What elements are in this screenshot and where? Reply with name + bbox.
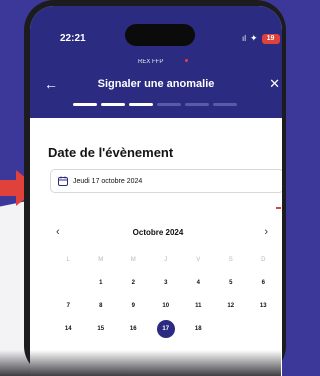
form-content: Date de l'évènement Jeudi 17 octobre 202… (30, 118, 282, 376)
progress-steps (73, 103, 237, 106)
progress-step (73, 103, 97, 106)
calendar-day (247, 317, 280, 340)
close-icon[interactable]: ✕ (269, 76, 280, 92)
calendar-day[interactable]: 8 (85, 294, 118, 317)
calendar-day (52, 271, 85, 294)
calendar-day[interactable]: 1 (85, 271, 118, 294)
section-title: Date de l'évènement (48, 145, 174, 160)
phone-screen: 22:21 ıl ✦ 19 REX FFP ← Signaler une ano… (30, 6, 282, 376)
calendar-day[interactable]: 7 (52, 294, 85, 317)
progress-step (101, 103, 125, 106)
calendar-day-selected[interactable]: 17 (150, 317, 183, 340)
calendar-month-label: Octobre 2024 (132, 228, 184, 237)
weekday-label: L (66, 256, 70, 263)
date-field[interactable]: Jeudi 17 octobre 2024 (50, 169, 282, 193)
bottom-fade (0, 350, 281, 376)
calendar-day[interactable]: 16 (117, 317, 150, 340)
calendar-day[interactable]: 9 (117, 294, 150, 317)
calendar-day[interactable]: 11 (182, 294, 215, 317)
brand-dot (185, 59, 188, 62)
calendar-day (215, 317, 248, 340)
weekday-label: M (98, 256, 104, 263)
calendar-grid: L M M J V S D 1 2 3 4 5 6 7 8 9 10 11 12… (52, 248, 280, 340)
weekday-label: S (228, 256, 233, 263)
dynamic-island (125, 24, 195, 46)
weekday-label: D (261, 256, 266, 263)
selected-day-marker: 17 (156, 319, 175, 338)
wifi-icon: ✦ (250, 33, 258, 43)
status-time: 22:21 (60, 33, 86, 44)
chevron-right-icon[interactable]: › (264, 226, 268, 238)
red-accent-line (276, 207, 281, 209)
weekday-label: V (196, 256, 201, 263)
progress-step (185, 103, 209, 106)
calendar-day[interactable]: 15 (85, 317, 118, 340)
weekday-label: J (164, 256, 168, 263)
battery-icon: 19 (261, 33, 280, 44)
calendar-day[interactable]: 4 (182, 271, 215, 294)
calendar-day[interactable]: 6 (247, 271, 280, 294)
calendar-day[interactable]: 5 (215, 271, 248, 294)
calendar-day[interactable]: 14 (52, 317, 85, 340)
brand-logo: REX FFP (138, 59, 164, 65)
calendar-day[interactable]: 2 (117, 271, 150, 294)
calendar-header: ‹ Octobre 2024 › (48, 226, 268, 242)
signal-icon: ıl (242, 34, 246, 43)
calendar-day[interactable]: 18 (182, 317, 215, 340)
progress-step (129, 103, 153, 106)
calendar-day[interactable]: 10 (150, 294, 183, 317)
progress-step (157, 103, 181, 106)
calendar-day[interactable]: 3 (150, 271, 183, 294)
weekday-label: M (130, 256, 136, 263)
calendar-icon (58, 176, 68, 186)
calendar-day[interactable]: 12 (215, 294, 248, 317)
status-icons: ıl ✦ 19 (242, 33, 280, 44)
page-title: Signaler une anomalie (97, 78, 215, 90)
progress-step (213, 103, 237, 106)
date-field-value: Jeudi 17 octobre 2024 (73, 177, 143, 185)
calendar-day[interactable]: 13 (247, 294, 280, 317)
app-header: 22:21 ıl ✦ 19 REX FFP ← Signaler une ano… (30, 6, 282, 118)
